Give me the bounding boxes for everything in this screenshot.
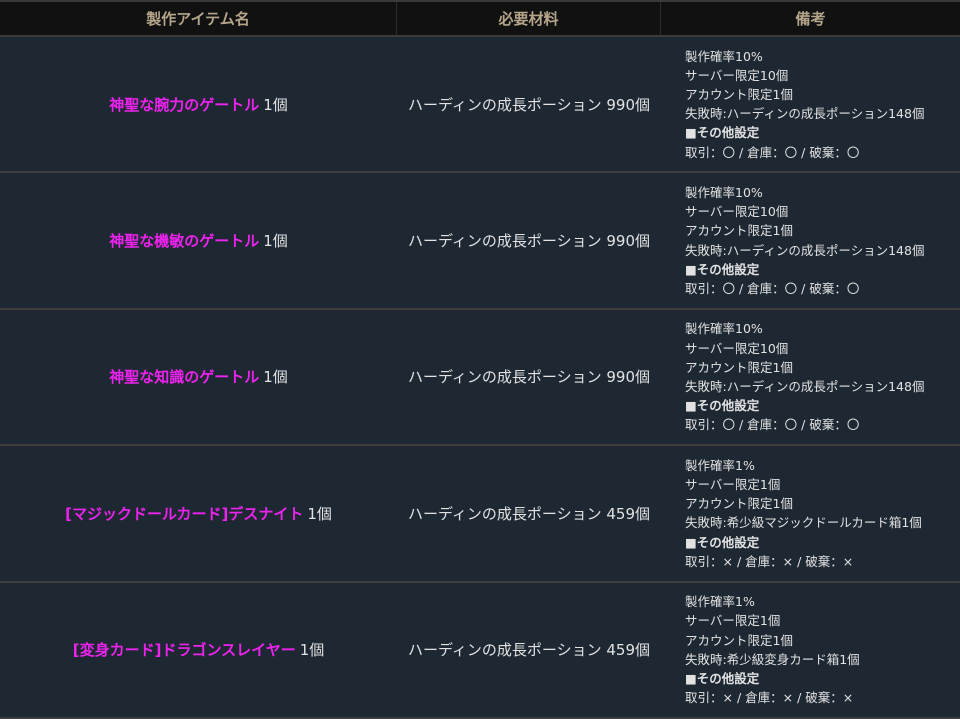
header-materials: 必要材料 (397, 2, 661, 35)
note-rate: 製作確率1% (685, 457, 755, 473)
item-quantity: 1個 (299, 641, 325, 660)
note-rate: 製作確率10% (685, 184, 763, 200)
note-other-settings: ■その他設定 (685, 670, 760, 686)
material-cell: ハーディンの成長ポーション 990個 (407, 95, 651, 114)
material-cell: ハーディンの成長ポーション 990個 (407, 232, 651, 251)
item-cell: 神聖な機敏のゲートル 1個 (0, 173, 397, 307)
item-name: 神聖な機敏のゲートル (109, 232, 260, 251)
item-name: [変身カード]ドラゴンスレイヤー (72, 641, 296, 660)
item-quantity: 1個 (263, 232, 288, 251)
table-row: 神聖な腕力のゲートル 1個 ハーディンの成長ポーション 990個 製作確率10%… (0, 37, 960, 174)
item-quantity: 1個 (307, 504, 332, 523)
note-rate: 製作確率10% (685, 48, 763, 64)
item-cell: 神聖な腕力のゲートル 1個 (0, 37, 397, 171)
note-failure: 失敗時:ハーディンの成長ポーション148個 (685, 378, 925, 394)
item-name: [マジックドールカード]デスナイト (65, 504, 304, 523)
note-failure: 失敗時:希少級マジックドールカード箱1個 (685, 515, 922, 531)
table-row: [変身カード]ドラゴンスレイヤー 1個 ハーディンの成長ポーション 459個 製… (0, 582, 960, 719)
notes-cell: 製作確率10% サーバー限定10個 アカウント限定1個 失敗時:ハーディンの成長… (661, 310, 960, 444)
note-account-limit: アカウント限定1個 (685, 632, 793, 648)
notes-cell: 製作確率10% サーバー限定10個 アカウント限定1個 失敗時:ハーディンの成長… (661, 37, 960, 171)
table-header: 製作アイテム名 必要材料 備考 (0, 2, 960, 37)
note-other-settings: ■その他設定 (685, 398, 760, 414)
material-cell: ハーディンの成長ポーション 459個 (407, 504, 651, 523)
note-failure: 失敗時:ハーディンの成長ポーション148個 (685, 242, 925, 258)
header-item-name: 製作アイテム名 (0, 2, 397, 35)
note-failure: 失敗時:希少級変身カード箱1個 (685, 651, 860, 667)
table-row: 神聖な知識のゲートル 1個 ハーディンの成長ポーション 990個 製作確率10%… (0, 309, 960, 447)
note-server-limit: サーバー限定1個 (685, 613, 781, 629)
notes-cell: 製作確率10% サーバー限定10個 アカウント限定1個 失敗時:ハーディンの成長… (661, 173, 960, 307)
note-rate: 製作確率1% (685, 594, 755, 610)
note-trade-settings: 取引：〇 / 倉庫：〇 / 破棄：〇 (685, 280, 860, 296)
notes-cell: 製作確率1% サーバー限定1個 アカウント限定1個 失敗時:希少級マジックドール… (661, 446, 960, 580)
header-notes: 備考 (795, 10, 826, 28)
material-cell: ハーディンの成長ポーション 459個 (407, 641, 651, 660)
item-name: 神聖な知識のゲートル (109, 368, 260, 387)
crafting-table: 製作アイテム名 必要材料 備考 神聖な腕力のゲートル 1個 ハーディンの成長ポー… (0, 0, 960, 719)
note-account-limit: アカウント限定1個 (685, 359, 793, 375)
table-row: 神聖な機敏のゲートル 1個 ハーディンの成長ポーション 990個 製作確率10%… (0, 173, 960, 310)
note-trade-settings: 取引：〇 / 倉庫：〇 / 破棄：〇 (685, 417, 860, 433)
item-name: 神聖な腕力のゲートル (109, 95, 260, 114)
item-cell: [マジックドールカード]デスナイト 1個 (0, 446, 397, 580)
note-server-limit: サーバー限定10個 (685, 340, 789, 356)
note-other-settings: ■その他設定 (685, 534, 760, 550)
note-other-settings: ■その他設定 (685, 261, 760, 277)
note-server-limit: サーバー限定1個 (685, 476, 781, 492)
note-trade-settings: 取引：〇 / 倉庫：〇 / 破棄：〇 (685, 144, 860, 160)
note-account-limit: アカウント限定1個 (685, 496, 793, 512)
note-account-limit: アカウント限定1個 (685, 86, 793, 102)
note-server-limit: サーバー限定10個 (685, 204, 789, 220)
item-cell: [変身カード]ドラゴンスレイヤー 1個 (0, 583, 397, 717)
note-trade-settings: 取引：× / 倉庫：× / 破棄：× (685, 690, 854, 706)
note-other-settings: ■その他設定 (685, 125, 760, 141)
item-quantity: 1個 (263, 368, 288, 387)
note-trade-settings: 取引：× / 倉庫：× / 破棄：× (685, 553, 854, 569)
item-cell: 神聖な知識のゲートル 1個 (0, 310, 397, 444)
note-server-limit: サーバー限定10個 (685, 67, 789, 83)
note-account-limit: アカウント限定1個 (685, 223, 793, 239)
table-row: [マジックドールカード]デスナイト 1個 ハーディンの成長ポーション 459個 … (0, 446, 960, 583)
material-cell: ハーディンの成長ポーション 990個 (407, 368, 651, 387)
notes-cell: 製作確率1% サーバー限定1個 アカウント限定1個 失敗時:希少級変身カード箱1… (661, 583, 960, 717)
note-rate: 製作確率10% (685, 321, 763, 337)
item-quantity: 1個 (263, 95, 288, 114)
note-failure: 失敗時:ハーディンの成長ポーション148個 (685, 106, 925, 122)
